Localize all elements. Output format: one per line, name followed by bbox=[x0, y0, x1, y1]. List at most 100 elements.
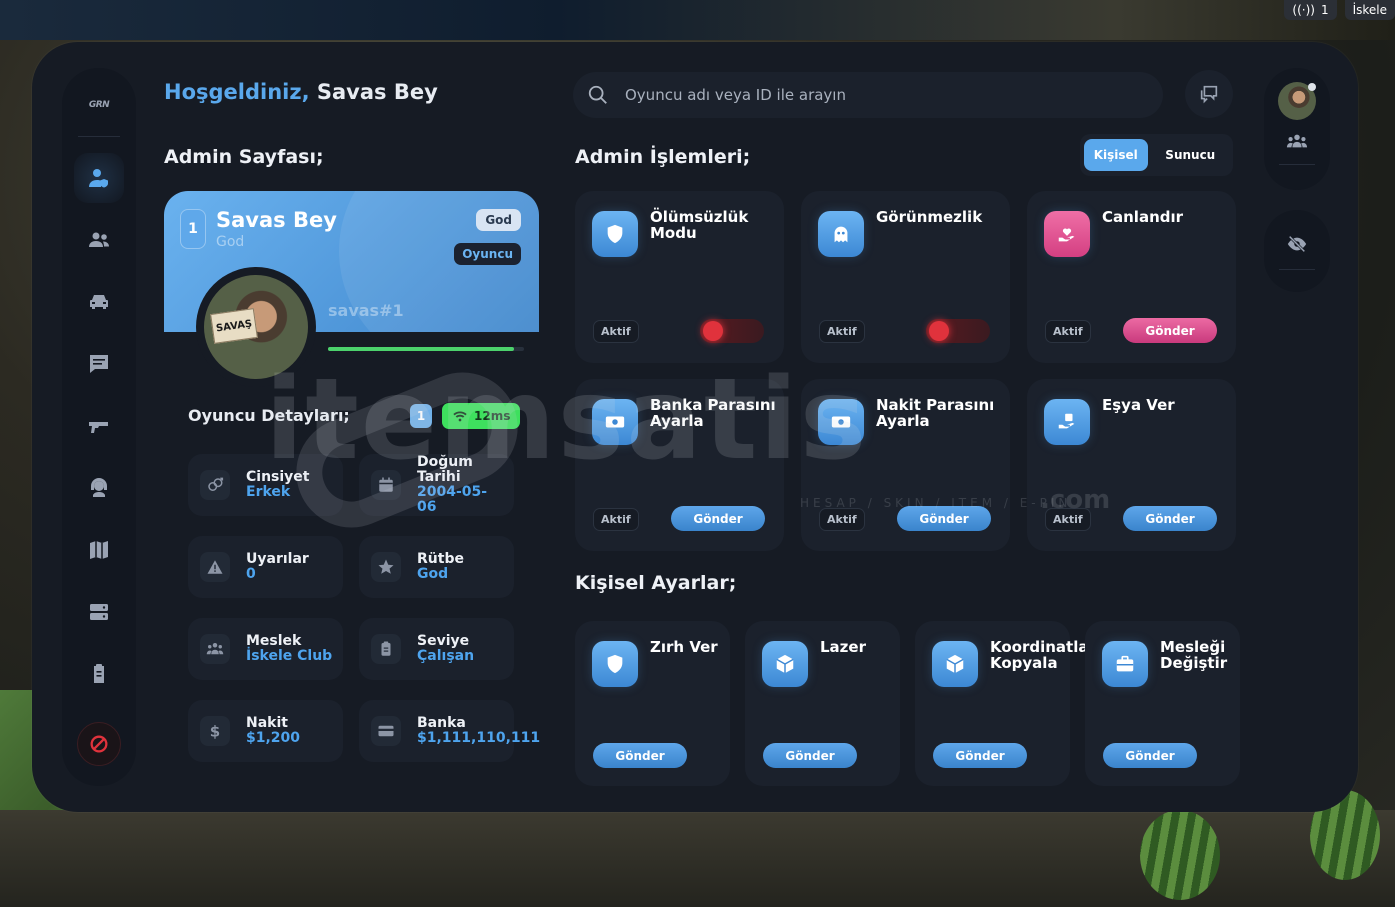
set-cash-send-button[interactable]: Gönder bbox=[897, 506, 991, 531]
status-dot bbox=[1308, 83, 1316, 91]
heart-hand-icon bbox=[1044, 211, 1090, 257]
hud-location: İskele bbox=[1344, 0, 1395, 20]
cube-icon bbox=[932, 641, 978, 687]
ban-icon bbox=[90, 735, 108, 753]
hud-top: ((·)) 1 İskele bbox=[1284, 0, 1395, 20]
setting-card-laser: Lazer Gönder bbox=[745, 621, 900, 786]
change-job-send-button[interactable]: Gönder bbox=[1103, 743, 1197, 768]
stat-label: Banka bbox=[417, 715, 466, 731]
give-item-icon bbox=[1044, 399, 1090, 445]
group-icon[interactable] bbox=[1286, 130, 1308, 152]
action-title: Eşya Ver bbox=[1102, 396, 1175, 414]
search-icon bbox=[588, 85, 607, 104]
message-icon bbox=[90, 355, 108, 373]
stat-cash: $ Nakit $1,200 bbox=[188, 700, 343, 762]
laser-send-button[interactable]: Gönder bbox=[763, 743, 857, 768]
search-input[interactable] bbox=[625, 86, 1125, 104]
stat-rank: Rütbe God bbox=[359, 536, 514, 598]
clipboard-icon bbox=[94, 664, 104, 683]
godmode-toggle[interactable] bbox=[700, 319, 764, 343]
stat-bank: Banka $1,111,110,111 bbox=[359, 700, 540, 762]
stat-gender: Cinsiyet Erkek bbox=[188, 454, 343, 516]
stat-label: Rütbe bbox=[417, 551, 464, 567]
sidebar-item-weapons[interactable] bbox=[74, 401, 124, 451]
hud-voice: ((·)) 1 bbox=[1284, 0, 1337, 20]
sidebar-item-map[interactable] bbox=[74, 525, 124, 575]
action-title: Canlandır bbox=[1102, 208, 1184, 226]
chat-button[interactable] bbox=[1185, 70, 1233, 118]
avatar: SAVAŞ bbox=[204, 275, 308, 379]
armor-send-button[interactable]: Gönder bbox=[593, 743, 687, 768]
user-shield-icon bbox=[89, 169, 108, 188]
stat-birthdate: Doğum Tarihi 2004-05-06 bbox=[359, 454, 514, 516]
player-nick: savas#1 bbox=[328, 301, 404, 320]
tab-personal[interactable]: Kişisel bbox=[1084, 139, 1148, 171]
sidebar-item-players[interactable] bbox=[74, 215, 124, 265]
action-card-revive: Canlandır Aktif Gönder bbox=[1027, 191, 1236, 363]
right-rail-secondary bbox=[1264, 210, 1330, 292]
stat-label: Nakit bbox=[246, 715, 288, 731]
stat-label: Doğum Tarihi bbox=[417, 454, 473, 485]
details-id-badge: 1 bbox=[410, 404, 432, 428]
give-item-send-button[interactable]: Gönder bbox=[1123, 506, 1217, 531]
welcome-name: Savas Bey bbox=[316, 80, 438, 104]
stat-label: Cinsiyet bbox=[246, 469, 310, 485]
setting-title: Mesleği Değiştir bbox=[1160, 638, 1228, 672]
role-tag: Oyuncu bbox=[454, 243, 521, 265]
stat-warnings: Uyarılar 0 bbox=[188, 536, 343, 598]
sidebar-item-messages[interactable] bbox=[74, 339, 124, 389]
tab-server[interactable]: Sunucu bbox=[1152, 139, 1229, 171]
star-icon bbox=[371, 552, 401, 582]
action-title: Banka Parasını Ayarla bbox=[650, 396, 776, 430]
player-details-title: Oyuncu Detayları; bbox=[188, 406, 350, 425]
setting-card-change-job: Mesleği Değiştir Gönder bbox=[1085, 621, 1240, 786]
copy-coords-send-button[interactable]: Gönder bbox=[933, 743, 1027, 768]
player-id-badge: 1 bbox=[180, 209, 206, 249]
right-rail-divider bbox=[1279, 268, 1315, 270]
search-bar[interactable] bbox=[573, 72, 1163, 118]
status-badge: Aktif bbox=[819, 508, 865, 531]
users-icon bbox=[89, 232, 109, 247]
admin-panel: GRN Hoşgeldiniz, Savas Bey Admin Sayfası… bbox=[32, 42, 1358, 812]
ghost-icon bbox=[818, 211, 864, 257]
invisibility-toggle[interactable] bbox=[926, 319, 990, 343]
eye-slash-icon[interactable] bbox=[1286, 233, 1308, 255]
sidebar-item-logs[interactable] bbox=[74, 649, 124, 699]
stat-label: Seviye bbox=[417, 633, 470, 649]
sidebar-item-server[interactable] bbox=[74, 587, 124, 637]
logo: GRN bbox=[88, 100, 110, 110]
player-progress bbox=[328, 347, 524, 351]
set-bank-send-button[interactable]: Gönder bbox=[671, 506, 765, 531]
action-title: Nakit Parasını Ayarla bbox=[876, 396, 995, 430]
ban-button[interactable] bbox=[77, 722, 121, 766]
headset-icon bbox=[91, 478, 107, 497]
revive-send-button[interactable]: Gönder bbox=[1123, 318, 1217, 343]
stat-value: Çalışan bbox=[417, 648, 475, 664]
sidebar-item-admin[interactable] bbox=[74, 153, 124, 203]
server-icon bbox=[90, 604, 108, 620]
stat-value: İskele Club bbox=[246, 648, 333, 664]
hud-location-label: İskele bbox=[1352, 3, 1387, 17]
stat-level: Seviye Çalışan bbox=[359, 618, 514, 680]
welcome-heading: Hoşgeldiniz, Savas Bey bbox=[164, 80, 438, 104]
user-avatar-button[interactable] bbox=[1278, 82, 1316, 120]
right-rail-divider bbox=[1279, 164, 1315, 165]
status-badge: Aktif bbox=[1045, 508, 1091, 531]
toggle-knob bbox=[929, 321, 949, 341]
action-card-godmode: Ölümsüzlük Modu Aktif bbox=[575, 191, 784, 363]
status-badge: Aktif bbox=[819, 320, 865, 343]
setting-card-armor: Zırh Ver Gönder bbox=[575, 621, 730, 786]
shield-icon bbox=[592, 211, 638, 257]
stat-label: Meslek bbox=[246, 633, 302, 649]
card-icon bbox=[371, 716, 401, 746]
sidebar-item-support[interactable] bbox=[74, 463, 124, 513]
chat-icon bbox=[1200, 85, 1218, 104]
avatar-frame: SAVAŞ bbox=[196, 267, 316, 387]
action-title: Görünmezlik bbox=[876, 208, 983, 226]
cube-icon bbox=[762, 641, 808, 687]
background-melon bbox=[1140, 810, 1220, 900]
action-card-set-bank: Banka Parasını Ayarla Aktif Gönder bbox=[575, 379, 784, 551]
wifi-icon bbox=[453, 411, 467, 422]
sidebar-item-vehicles[interactable] bbox=[74, 277, 124, 327]
ping-value: 12ms bbox=[474, 409, 511, 423]
